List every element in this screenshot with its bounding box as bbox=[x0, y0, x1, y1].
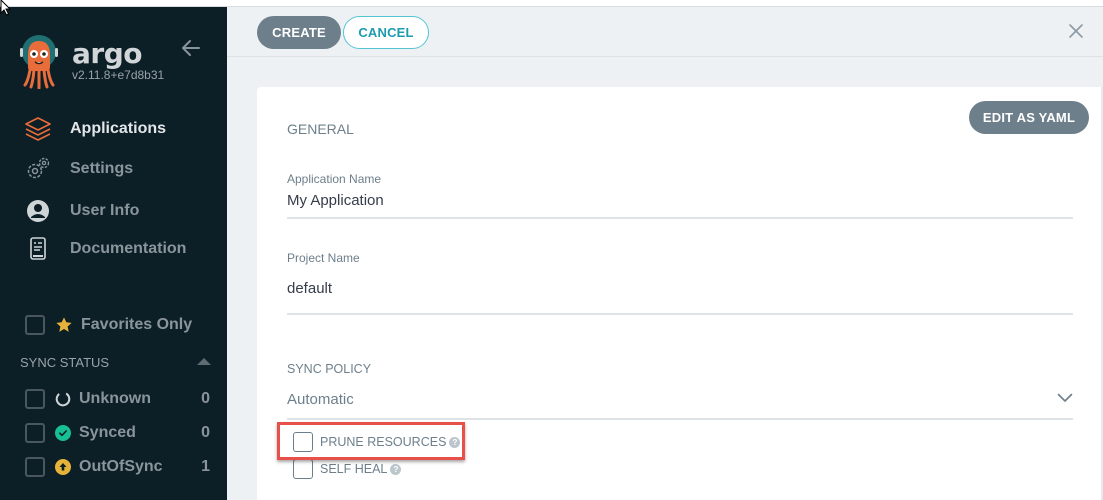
prune-resources-option[interactable]: PRUNE RESOURCES ? bbox=[293, 432, 461, 452]
application-name-underline bbox=[287, 217, 1073, 219]
filter-unknown[interactable]: Unknown 0 bbox=[25, 388, 210, 410]
sync-policy-underline bbox=[287, 418, 1073, 420]
arrow-up-circle-icon bbox=[55, 459, 71, 475]
book-icon bbox=[24, 235, 52, 263]
star-icon bbox=[56, 317, 72, 332]
collapse-caret-icon[interactable] bbox=[197, 358, 211, 365]
filter-checkbox[interactable] bbox=[25, 423, 45, 443]
self-heal-label: SELF HEAL bbox=[320, 462, 388, 476]
favorites-checkbox[interactable] bbox=[25, 315, 45, 335]
close-icon[interactable] bbox=[1066, 21, 1086, 41]
sync-policy-heading: SYNC POLICY bbox=[287, 362, 372, 376]
top-strip bbox=[0, 0, 1103, 7]
sidebar-item-label: Documentation bbox=[70, 240, 187, 257]
filter-checkbox[interactable] bbox=[25, 389, 45, 409]
sidebar-item-label: Settings bbox=[70, 160, 134, 177]
gears-icon bbox=[24, 155, 52, 183]
sidebar-item-settings[interactable]: Settings bbox=[24, 154, 214, 184]
filter-label: OutOfSync bbox=[79, 458, 163, 475]
argo-logo-icon bbox=[20, 35, 58, 89]
project-name-label: Project Name bbox=[287, 251, 360, 265]
project-name-input[interactable]: default bbox=[287, 280, 332, 297]
mouse-cursor-icon bbox=[0, 0, 12, 16]
application-name-input[interactable]: My Application bbox=[287, 192, 384, 209]
circle-notch-icon bbox=[55, 391, 71, 407]
filter-count: 0 bbox=[201, 424, 210, 441]
self-heal-checkbox[interactable] bbox=[293, 459, 313, 479]
create-button[interactable]: CREATE bbox=[257, 16, 341, 49]
sidebar: argo v2.11.8+e7d8b31 Applications Settin… bbox=[0, 7, 227, 500]
cancel-button[interactable]: CANCEL bbox=[343, 16, 429, 49]
check-circle-icon bbox=[55, 425, 71, 441]
sync-status-title: SYNC STATUS bbox=[20, 355, 110, 370]
sidebar-item-label: Applications bbox=[70, 120, 167, 137]
filter-label: Unknown bbox=[79, 390, 151, 407]
filter-count: 1 bbox=[201, 458, 210, 475]
project-name-underline bbox=[287, 313, 1073, 315]
general-heading: GENERAL bbox=[287, 121, 354, 137]
favorites-only-filter[interactable]: Favorites Only bbox=[25, 315, 192, 335]
sidebar-item-user-info[interactable]: User Info bbox=[24, 196, 214, 226]
brand-name: argo bbox=[72, 37, 142, 70]
sidebar-item-label: User Info bbox=[70, 202, 140, 219]
panel-toolbar: CREATE CANCEL bbox=[227, 7, 1103, 57]
filter-label: Synced bbox=[79, 424, 136, 441]
user-circle-icon bbox=[24, 197, 52, 225]
edit-as-yaml-button[interactable]: EDIT AS YAML bbox=[969, 101, 1089, 134]
filter-checkbox[interactable] bbox=[25, 457, 45, 477]
chevron-down-icon[interactable] bbox=[1057, 393, 1073, 403]
version-label: v2.11.8+e7d8b31 bbox=[72, 68, 165, 82]
prune-resources-label: PRUNE RESOURCES bbox=[320, 435, 447, 449]
filter-count: 0 bbox=[201, 390, 210, 407]
layers-icon bbox=[24, 115, 52, 143]
favorites-label: Favorites Only bbox=[81, 316, 193, 333]
sidebar-item-documentation[interactable]: Documentation bbox=[24, 234, 214, 264]
prune-resources-checkbox[interactable] bbox=[293, 432, 313, 452]
filter-out-of-sync[interactable]: OutOfSync 1 bbox=[25, 456, 210, 478]
sync-policy-select[interactable]: Automatic bbox=[287, 391, 354, 408]
collapse-sidebar-arrow-icon[interactable] bbox=[180, 37, 202, 59]
help-icon[interactable]: ? bbox=[449, 436, 461, 448]
help-icon[interactable]: ? bbox=[390, 463, 402, 475]
sidebar-item-applications[interactable]: Applications bbox=[24, 114, 214, 144]
application-name-label: Application Name bbox=[287, 172, 382, 186]
filter-synced[interactable]: Synced 0 bbox=[25, 422, 210, 444]
self-heal-option[interactable]: SELF HEAL ? bbox=[293, 459, 402, 479]
